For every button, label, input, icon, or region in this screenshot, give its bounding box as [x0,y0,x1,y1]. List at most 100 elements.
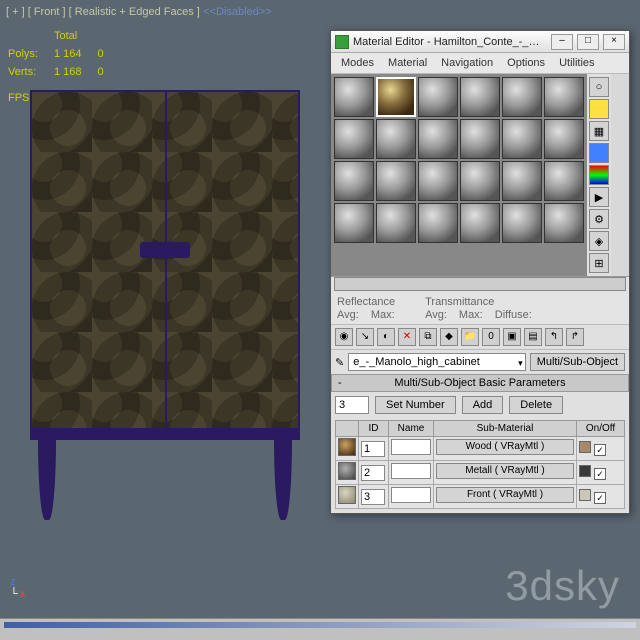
cabinet-legs [30,440,300,520]
material-type-button[interactable]: Multi/Sub-Object [530,353,625,371]
add-button[interactable]: Add [462,396,504,414]
material-slot[interactable] [502,203,542,243]
material-slot-selected[interactable] [376,77,416,117]
material-name-dropdown[interactable]: e_-_Manolo_high_cabinet [348,353,525,371]
submat-name-field[interactable] [391,439,431,455]
delete-button[interactable]: Delete [509,396,563,414]
material-id-icon[interactable]: 0 [482,328,500,346]
material-toolbar: ◉ ↘ ◐ ✕ ⧉ ◆ 📁 0 ▣ ▤ ↰ ↱ [331,325,629,350]
material-slot[interactable] [502,161,542,201]
minimize-button[interactable]: – [551,34,573,50]
material-slot[interactable] [544,77,584,117]
stats-polys-total: 1 164 [54,46,96,62]
submat-color[interactable] [579,441,591,453]
material-slot[interactable] [544,119,584,159]
select-by-material-icon[interactable]: ◈ [589,231,609,251]
submat-id-field[interactable]: 2 [361,465,385,481]
submat-onoff-checkbox[interactable]: ✓ [594,492,606,504]
maximize-button[interactable]: □ [577,34,599,50]
submat-onoff-checkbox[interactable]: ✓ [594,444,606,456]
reset-map-icon[interactable]: ✕ [398,328,416,346]
submat-id-field[interactable]: 3 [361,489,385,505]
make-unique-icon[interactable]: ◆ [440,328,458,346]
col-onoff: On/Off [577,421,625,437]
material-slot[interactable] [544,203,584,243]
material-slot[interactable] [418,119,458,159]
show-map-icon[interactable]: ▣ [503,328,521,346]
backlight-icon[interactable] [589,99,609,119]
timeline-bar[interactable] [0,618,640,640]
submat-swatch[interactable] [338,462,356,480]
submat-name-field[interactable] [391,463,431,479]
material-slot[interactable] [334,161,374,201]
options-icon[interactable]: ⚙ [589,209,609,229]
rollout-header[interactable]: Multi/Sub-Object Basic Parameters [331,374,629,392]
submaterial-table: ID Name Sub-Material On/Off 1 Wood ( VRa… [335,420,625,509]
show-end-result-icon[interactable]: ▤ [524,328,542,346]
make-preview-icon[interactable]: ▶ [589,187,609,207]
sample-uv-icon[interactable] [589,143,609,163]
close-button[interactable]: × [603,34,625,50]
material-slot[interactable] [376,203,416,243]
material-slot[interactable] [460,161,500,201]
slot-tools: ○ ▦ ▶ ⚙ ◈ ⊞ [587,74,611,276]
material-slot[interactable] [544,161,584,201]
transmittance-label: Transmittance [425,296,532,308]
trans-avg-label: Avg: [425,309,447,321]
menu-options[interactable]: Options [501,55,551,71]
submat-color[interactable] [579,489,591,501]
video-color-icon[interactable] [589,165,609,185]
submat-button[interactable]: Front ( VRayMtl ) [436,487,574,503]
go-forward-icon[interactable]: ↱ [566,328,584,346]
material-slot[interactable] [460,119,500,159]
titlebar[interactable]: Material Editor - Hamilton_Conte_-_Manol… [331,31,629,53]
submat-color[interactable] [579,465,591,477]
submat-button[interactable]: Wood ( VRayMtl ) [436,439,574,455]
submat-name-field[interactable] [391,487,431,503]
scene-object-cabinet[interactable] [30,90,300,520]
get-material-icon[interactable]: ◉ [335,328,353,346]
material-slot[interactable] [418,77,458,117]
material-slot[interactable] [460,77,500,117]
material-slot[interactable] [376,161,416,201]
material-slot[interactable] [334,77,374,117]
pick-material-icon[interactable]: ✎ [335,356,344,369]
material-slot[interactable] [502,119,542,159]
sample-type-icon[interactable]: ○ [589,77,609,97]
reflectance-panel: Reflectance Avg:Max: Transmittance Avg:M… [331,293,629,325]
stats-verts-sel: 0 [98,64,118,80]
material-slot[interactable] [376,119,416,159]
make-copy-icon[interactable]: ⧉ [419,328,437,346]
assign-to-selection-icon[interactable]: ◐ [377,328,395,346]
menu-navigation[interactable]: Navigation [435,55,499,71]
menu-modes[interactable]: Modes [335,55,380,71]
material-slot[interactable] [418,203,458,243]
go-parent-icon[interactable]: ↰ [545,328,563,346]
submat-button[interactable]: Metall ( VRayMtl ) [436,463,574,479]
app-icon [335,35,349,49]
viewport-label[interactable]: [ + ] [ Front ] [ Realistic + Edged Face… [6,4,272,18]
set-number-button[interactable]: Set Number [375,396,456,414]
axis-z: z [10,576,25,588]
submat-swatch[interactable] [338,486,356,504]
material-slot[interactable] [418,161,458,201]
menu-material[interactable]: Material [382,55,433,71]
material-map-nav-icon[interactable]: ⊞ [589,253,609,273]
submat-onoff-checkbox[interactable]: ✓ [594,468,606,480]
material-slot[interactable] [502,77,542,117]
submat-id-field[interactable]: 1 [361,441,385,457]
background-icon[interactable]: ▦ [589,121,609,141]
slot-scrollbar[interactable] [334,277,626,291]
viewport-disabled-text: <<Disabled>> [203,6,272,18]
axis-gizmo[interactable]: z └x [10,576,25,600]
menu-utilities[interactable]: Utilities [553,55,600,71]
material-slot[interactable] [334,119,374,159]
material-slot[interactable] [334,203,374,243]
submat-swatch[interactable] [338,438,356,456]
trans-diffuse-label: Diffuse: [495,309,532,321]
submat-count-field[interactable]: 3 [335,396,369,414]
cabinet-base [30,430,300,440]
put-to-scene-icon[interactable]: ↘ [356,328,374,346]
material-slot[interactable] [460,203,500,243]
put-to-library-icon[interactable]: 📁 [461,328,479,346]
